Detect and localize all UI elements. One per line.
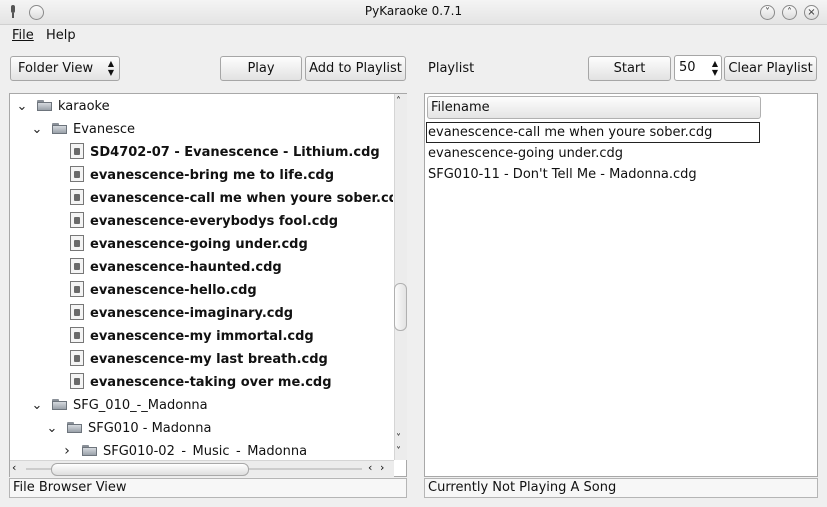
tree-item-label: SD4702-07 - Evanescence - Lithium.cdg bbox=[90, 145, 380, 160]
view-select[interactable]: Folder View ▲ ▼ bbox=[10, 56, 120, 81]
tree-folder-item[interactable]: ⌄ Evanesce bbox=[10, 118, 393, 141]
expand-arrow-icon[interactable]: ⌄ bbox=[46, 417, 58, 440]
scroll-right-icon[interactable]: › bbox=[380, 461, 384, 474]
tree-item-label: evanescence-taking over me.cdg bbox=[90, 375, 332, 390]
file-icon bbox=[70, 304, 84, 320]
volume-value: 50 bbox=[679, 60, 696, 75]
menu-help-label: Help bbox=[46, 28, 76, 43]
menu-file-label: File bbox=[12, 28, 34, 43]
scroll-down-icon[interactable]: ˅ bbox=[396, 433, 401, 444]
tree-item-label: SFG010 - Madonna bbox=[88, 421, 212, 436]
tree-item-label: evanescence-going under.cdg bbox=[90, 237, 308, 252]
playlist-item-label: SFG010-11 - Don't Tell Me - Madonna.cdg bbox=[428, 167, 697, 182]
tree-item-label: evanescence-bring me to life.cdg bbox=[90, 168, 335, 183]
horizontal-scroll-thumb[interactable] bbox=[51, 463, 249, 476]
expand-arrow-icon[interactable]: ⌄ bbox=[31, 394, 43, 417]
status-bar-right: Currently Not Playing A Song bbox=[424, 478, 818, 498]
spinner-arrows-icon: ▲ ▼ bbox=[107, 59, 114, 77]
folder-icon bbox=[67, 422, 82, 433]
file-browser-tree[interactable]: ⌄ karaoke ⌄ Evanesce SD4702-07 - Evanescence… bbox=[9, 93, 407, 477]
filename-column-header[interactable]: Filename bbox=[427, 96, 761, 119]
pane-splitter[interactable] bbox=[394, 283, 407, 331]
clear-playlist-button[interactable]: Clear Playlist bbox=[724, 56, 817, 81]
tree-file-item[interactable]: evanescence-everybodys fool.cdg bbox=[10, 210, 393, 233]
file-icon bbox=[70, 373, 84, 389]
menu-file[interactable]: File bbox=[12, 28, 34, 43]
folder-icon bbox=[52, 399, 67, 410]
tree-item-label: evanescence-hello.cdg bbox=[90, 283, 257, 298]
file-icon bbox=[70, 189, 84, 205]
tree-file-item[interactable]: evanescence-imaginary.cdg bbox=[10, 302, 393, 325]
tree-horizontal-scrollbar[interactable]: ‹ ‹ › bbox=[10, 460, 394, 477]
tree-file-item[interactable]: evanescence-taking over me.cdg bbox=[10, 371, 393, 394]
tree-item-label: evanescence-imaginary.cdg bbox=[90, 306, 294, 321]
play-button[interactable]: Play bbox=[220, 56, 302, 81]
add-to-playlist-button[interactable]: Add to Playlist bbox=[305, 56, 406, 81]
tree-item-label: evanescence-my immortal.cdg bbox=[90, 329, 314, 344]
tree-file-item[interactable]: evanescence-going under.cdg bbox=[10, 233, 393, 256]
tree-item-label: SFG010-02_-_Music_-_Madonna bbox=[103, 444, 308, 457]
tree-vertical-scrollbar[interactable]: ˄ ˅ ˅ bbox=[394, 94, 407, 460]
expand-arrow-icon[interactable]: ⌄ bbox=[31, 118, 43, 141]
file-icon bbox=[70, 212, 84, 228]
tree-file-item[interactable]: SD4702-07 - Evanescence - Lithium.cdg bbox=[10, 141, 393, 164]
tree-item-label: evanescence-call me when youre sober.cdg bbox=[90, 191, 393, 206]
playlist-label: Playlist bbox=[428, 61, 475, 76]
close-icon[interactable]: × bbox=[804, 5, 819, 20]
playlist-rows: evanescence-call me when youre sober.cdg… bbox=[425, 122, 817, 185]
view-select-value: Folder View bbox=[18, 61, 94, 76]
tree-item-label: evanescence-haunted.cdg bbox=[90, 260, 282, 275]
folder-icon bbox=[37, 100, 52, 111]
folder-icon bbox=[52, 123, 67, 134]
tree-item-label: karaoke bbox=[58, 99, 110, 114]
menu-help[interactable]: Help bbox=[46, 28, 76, 43]
status-left-text: File Browser View bbox=[13, 480, 127, 495]
tree-file-item[interactable]: evanescence-call me when youre sober.cdg bbox=[10, 187, 393, 210]
filename-header-label: Filename bbox=[431, 100, 490, 115]
start-button[interactable]: Start bbox=[588, 56, 671, 81]
playlist-item[interactable]: evanescence-call me when youre sober.cdg bbox=[426, 122, 760, 143]
scroll-down-icon-2[interactable]: ˅ bbox=[396, 446, 401, 457]
scroll-up-icon[interactable]: ˄ bbox=[396, 96, 401, 107]
tree-file-item[interactable]: evanescence-hello.cdg bbox=[10, 279, 393, 302]
tree-item-label: Evanesce bbox=[73, 122, 136, 137]
volume-spinbox[interactable]: 50 ▲ ▼ bbox=[674, 55, 722, 81]
tree-item-label: SFG_010_-_Madonna bbox=[73, 398, 208, 413]
playlist-item-label: evanescence-call me when youre sober.cdg bbox=[428, 125, 713, 140]
maximize-icon[interactable]: ˄ bbox=[782, 5, 797, 20]
tree-folder-item[interactable]: ⌄ SFG_010_-_Madonna bbox=[10, 394, 393, 417]
file-icon bbox=[70, 143, 84, 159]
file-icon bbox=[70, 166, 84, 182]
window-title: PyKaraoke 0.7.1 bbox=[364, 4, 463, 18]
spinner-arrows-icon[interactable]: ▲ ▼ bbox=[712, 59, 718, 77]
tree-content: ⌄ karaoke ⌄ Evanesce SD4702-07 - Evanescence… bbox=[10, 95, 393, 457]
scroll-left-icon[interactable]: ‹ bbox=[12, 461, 16, 474]
playlist-item[interactable]: SFG010-11 - Don't Tell Me - Madonna.cdg bbox=[425, 164, 817, 185]
scroll-left-icon-2[interactable]: ‹ bbox=[368, 461, 372, 474]
tree-file-item[interactable]: evanescence-bring me to life.cdg bbox=[10, 164, 393, 187]
folder-icon bbox=[82, 445, 97, 456]
tree-file-item[interactable]: evanescence-my immortal.cdg bbox=[10, 325, 393, 348]
playlist-item[interactable]: evanescence-going under.cdg bbox=[425, 143, 817, 164]
collapse-arrow-icon[interactable]: › bbox=[61, 440, 73, 457]
tree-item-label: evanescence-my last breath.cdg bbox=[90, 352, 328, 367]
file-icon bbox=[70, 281, 84, 297]
file-icon bbox=[70, 258, 84, 274]
file-icon bbox=[70, 327, 84, 343]
tree-file-item[interactable]: evanescence-haunted.cdg bbox=[10, 256, 393, 279]
status-bar-left: File Browser View bbox=[9, 478, 407, 498]
status-right-text: Currently Not Playing A Song bbox=[428, 480, 617, 495]
file-icon bbox=[70, 350, 84, 366]
tree-folder-item[interactable]: ⌄ karaoke bbox=[10, 95, 393, 118]
tree-file-item[interactable]: evanescence-my last breath.cdg bbox=[10, 348, 393, 371]
tree-folder-item[interactable]: › SFG010-02_-_Music_-_Madonna bbox=[10, 440, 393, 457]
file-icon bbox=[70, 235, 84, 251]
minimize-icon[interactable]: ˅ bbox=[760, 5, 775, 20]
playlist-item-label: evanescence-going under.cdg bbox=[428, 146, 623, 161]
playlist-panel[interactable]: Filename evanescence-call me when youre … bbox=[424, 93, 818, 477]
expand-arrow-icon[interactable]: ⌄ bbox=[16, 95, 28, 118]
tree-folder-item[interactable]: ⌄ SFG010 - Madonna bbox=[10, 417, 393, 440]
tree-item-label: evanescence-everybodys fool.cdg bbox=[90, 214, 339, 229]
